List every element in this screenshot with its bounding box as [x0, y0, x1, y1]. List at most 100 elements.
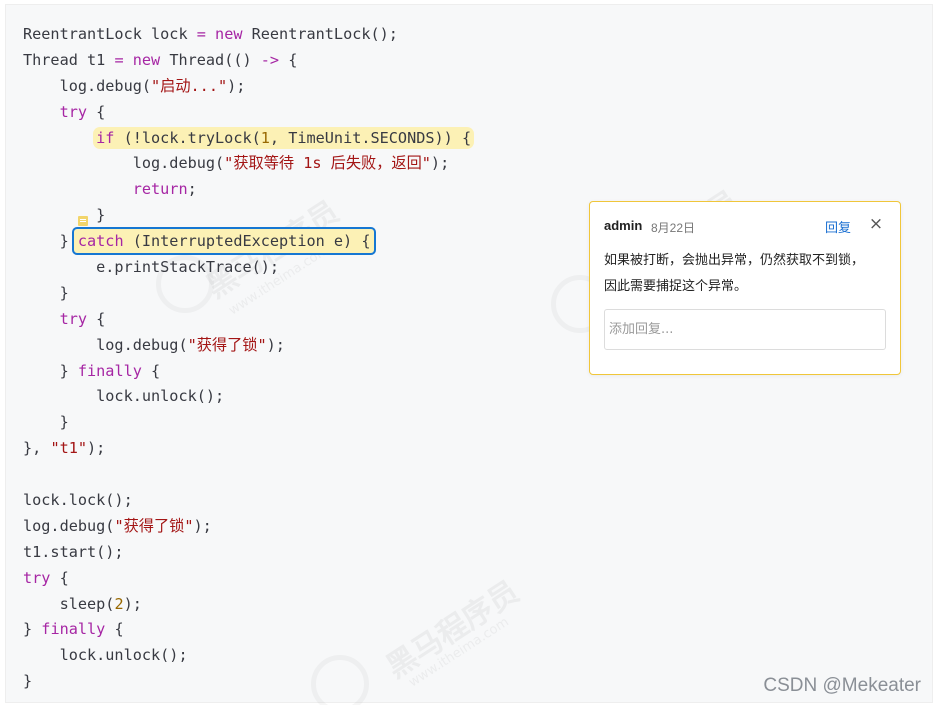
code-token: "t1"	[50, 439, 88, 458]
code-line: log.debug("获得了锁");	[23, 514, 474, 540]
code-token: "获得了锁"	[187, 335, 267, 354]
code-line: }	[23, 203, 474, 229]
code-token: );	[227, 76, 246, 95]
comment-date: 8月22日	[651, 221, 696, 235]
code-token: finally	[41, 620, 106, 639]
code-line: } catch (InterruptedException e) {	[23, 227, 474, 256]
code-token: Thread t1	[23, 50, 115, 69]
code-token: );	[193, 516, 212, 535]
reply-input[interactable]	[604, 309, 886, 350]
code-line: try {	[23, 100, 474, 126]
code-token: catch	[77, 232, 124, 251]
code-token: new	[132, 50, 161, 69]
code-token: 1	[260, 128, 270, 147]
code-token: new	[215, 25, 243, 43]
code-token: (!lock.tryLock(	[114, 128, 261, 147]
code-token: {	[105, 620, 124, 639]
selected-highlight[interactable]: catch (InterruptedException e) {	[71, 227, 377, 256]
code-line: try {	[23, 566, 474, 592]
code-token: finally	[77, 361, 142, 380]
code-token: },	[23, 439, 51, 458]
code-token: log.debug(	[23, 76, 152, 95]
code-token: lock.unlock();	[23, 387, 225, 406]
code-token: }	[23, 206, 106, 225]
code-line: } finally {	[23, 359, 474, 385]
code-line: t1.start();	[23, 540, 474, 566]
comment-marker-icon[interactable]	[78, 216, 88, 226]
code-token: try	[59, 309, 88, 328]
code-token: "启动..."	[151, 76, 228, 95]
code-line: e.printStackTrace();	[23, 255, 474, 281]
comment-card: admin 8月22日 回复 × 如果被打断，会抛出异常，仍然获取不到锁， 因此…	[589, 201, 901, 375]
code-token: {	[87, 102, 106, 121]
code-token: 2	[114, 594, 124, 613]
code-line: lock.lock();	[23, 488, 474, 514]
code-token: try	[59, 102, 88, 121]
code-line: }	[23, 410, 474, 436]
code-token: t1.start();	[23, 542, 124, 561]
code-line: return;	[23, 177, 474, 203]
close-icon[interactable]: ×	[868, 215, 884, 233]
code-line: lock.unlock();	[23, 384, 474, 410]
code-token: "获取等待 1s 后失败，返回"	[224, 154, 431, 173]
code-token: {	[279, 50, 298, 69]
code-token: lock.unlock();	[23, 646, 188, 665]
code-token: );	[87, 439, 106, 458]
code-token: {	[87, 309, 106, 328]
code-token: =	[196, 25, 206, 43]
code-token: Thread(()	[160, 50, 261, 69]
code-line: }	[23, 281, 474, 307]
code-token: }	[23, 232, 78, 251]
code-token: if	[96, 128, 115, 147]
code-token: ReentrantLock();	[242, 25, 398, 43]
code-token: log.debug(	[23, 335, 188, 354]
code-token: log.debug(	[23, 516, 115, 535]
code-token: , TimeUnit.SECONDS)) {	[269, 128, 472, 147]
code-token: ReentrantLock lock	[23, 25, 197, 43]
code-token: ;	[187, 180, 197, 199]
code-line: }, "t1");	[23, 436, 474, 462]
code-token: ->	[260, 50, 280, 69]
code-token: );	[266, 335, 285, 354]
code-line: } finally {	[23, 617, 474, 643]
code-line: log.debug("获取等待 1s 后失败，返回");	[23, 151, 474, 177]
code-token: {	[50, 568, 69, 587]
comment-author: admin	[604, 218, 643, 233]
code-line: sleep(2);	[23, 592, 474, 618]
code-token: return	[132, 180, 188, 199]
code-token: (InterruptedException e) {	[123, 232, 371, 251]
footer-credit: CSDN @Mekeater	[763, 675, 921, 696]
code-content: ReentrantLock lock = new ReentrantLock()…	[23, 22, 475, 695]
code-line: if (!lock.tryLock(1, TimeUnit.SECONDS)) …	[23, 126, 475, 152]
code-token: }	[23, 283, 69, 302]
comment-body: 如果被打断，会抛出异常，仍然获取不到锁， 因此需要捕捉这个异常。	[604, 248, 892, 300]
code-line: lock.unlock();	[23, 643, 474, 669]
code-line: log.debug("获得了锁");	[23, 333, 474, 359]
code-token: log.debug(	[23, 154, 225, 173]
code-line: try {	[23, 307, 474, 333]
code-token: {	[141, 361, 161, 380]
code-token: }	[23, 672, 33, 691]
code-token: );	[430, 154, 450, 173]
code-line: ReentrantLock lock = new ReentrantLock()…	[23, 22, 474, 48]
code-token: e.printStackTrace();	[23, 258, 280, 277]
code-token: =	[114, 50, 124, 69]
code-token: );	[123, 594, 142, 613]
code-line: log.debug("启动...");	[23, 74, 474, 100]
code-token: "获得了锁"	[114, 516, 194, 535]
code-token: try	[23, 568, 51, 587]
comment-body-line: 因此需要捕捉这个异常。	[604, 279, 748, 294]
reply-button[interactable]: 回复	[825, 217, 851, 236]
code-token: }	[23, 620, 42, 639]
commented-highlight[interactable]: if (!lock.tryLock(1, TimeUnit.SECONDS)) …	[93, 126, 475, 149]
code-line: Thread t1 = new Thread(() -> {	[23, 48, 474, 74]
code-token: sleep(	[23, 594, 115, 613]
code-token: }	[23, 361, 78, 380]
